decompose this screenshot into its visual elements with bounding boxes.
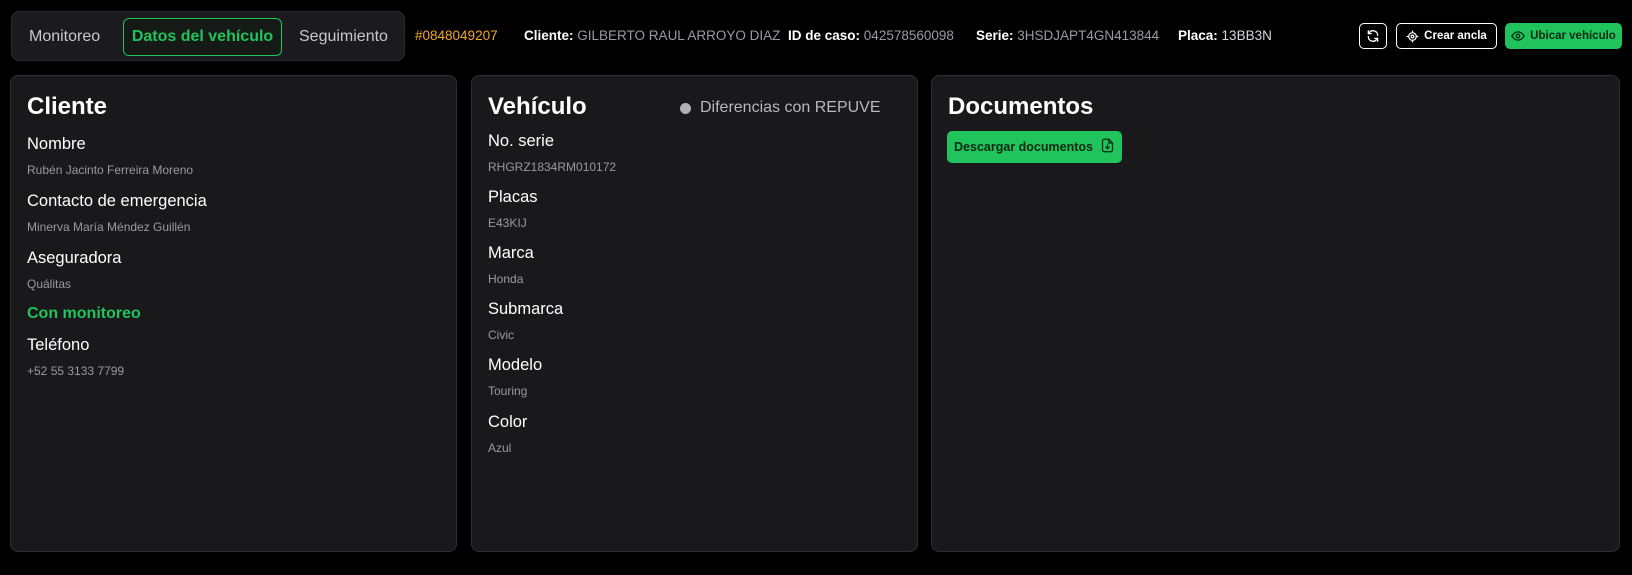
placa-key: Placa: [1178, 28, 1218, 43]
vehicle-card: Vehículo Diferencias con REPUVE No. seri… [471, 75, 918, 552]
repuve-indicator: Diferencias con REPUVE [680, 99, 881, 117]
phone-label: Teléfono [27, 336, 90, 354]
case-id-value: 042578560098 [863, 28, 954, 43]
serie-key: Serie: [976, 28, 1014, 43]
vehicle-field-value: RHGRZ1834RM010172 [488, 160, 617, 174]
documents-card-title: Documentos [948, 93, 1094, 120]
vehicle-field-label: Marca [488, 244, 534, 262]
client-name-value: Rubén Jacinto Ferreira Moreno [27, 163, 194, 177]
case-id-info: ID de caso: 042578560098 [788, 28, 954, 44]
vehicle-field-value: Touring [488, 384, 528, 398]
vehicle-field-label: No. serie [488, 132, 555, 150]
create-anchor-label: Crear ancla [1424, 30, 1487, 42]
vehicle-field-value: E43KIJ [488, 216, 527, 230]
vehicle-card-title: Vehículo [488, 93, 587, 120]
vehicle-field-value: Honda [488, 272, 524, 286]
refresh-button[interactable] [1359, 23, 1387, 49]
serie-value: 3HSDJAPT4GN413844 [1017, 28, 1160, 43]
tab-monitoreo[interactable]: Monitoreo [29, 18, 100, 56]
tab-datos-vehiculo[interactable]: Datos del vehículo [123, 18, 282, 56]
insurer-label: Aseguradora [27, 249, 122, 267]
create-anchor-button[interactable]: Crear ancla [1396, 23, 1497, 49]
vehicle-field-label: Modelo [488, 356, 543, 374]
documents-card: Documentos Descargar documentos [931, 75, 1620, 552]
locate-vehicle-button[interactable]: Ubicar vehículo [1505, 23, 1622, 49]
file-download-icon [1100, 138, 1115, 156]
status-dot-icon [680, 102, 691, 114]
case-id-key: ID de caso: [788, 28, 861, 43]
client-card-title: Cliente [27, 93, 108, 120]
eye-icon [1511, 29, 1525, 43]
download-documents-button[interactable]: Descargar documentos [947, 131, 1122, 163]
client-value: GILBERTO RAUL ARROYO DIAZ [577, 28, 781, 43]
client-name-label: Nombre [27, 135, 86, 153]
vehicle-field-label: Color [488, 413, 528, 431]
client-info: Cliente: GILBERTO RAUL ARROYO DIAZ [524, 28, 780, 44]
vehicle-field-label: Placas [488, 188, 538, 206]
monitoring-status: Con monitoreo [27, 305, 141, 322]
emergency-contact-label: Contacto de emergencia [27, 192, 207, 210]
refresh-icon [1366, 29, 1380, 43]
placa-value: 13BB3N [1221, 28, 1272, 43]
tab-group: Monitoreo Datos del vehículo Seguimiento [11, 11, 405, 61]
placa-info: Placa: 13BB3N [1178, 28, 1272, 44]
emergency-contact-value: Minerva María Méndez Guillén [27, 220, 191, 234]
repuve-label: Diferencias con REPUVE [700, 99, 881, 116]
client-card: Cliente Nombre Rubén Jacinto Ferreira Mo… [10, 75, 457, 552]
top-bar: Monitoreo Datos del vehículo Seguimiento… [0, 0, 1632, 72]
vehicle-field-label: Submarca [488, 300, 564, 318]
tab-seguimiento[interactable]: Seguimiento [299, 18, 388, 56]
vehicle-field-value: Azul [488, 441, 512, 455]
client-key: Cliente: [524, 28, 574, 43]
crosshair-icon [1406, 29, 1419, 43]
vehicle-field-value: Civic [488, 328, 514, 342]
phone-value: +52 55 3133 7799 [27, 364, 125, 378]
case-number: #0848049207 [415, 28, 498, 43]
download-documents-label: Descargar documentos [954, 140, 1093, 154]
serie-info: Serie: 3HSDJAPT4GN413844 [976, 28, 1159, 44]
insurer-value: Quálitas [27, 277, 72, 291]
locate-vehicle-label: Ubicar vehículo [1530, 30, 1616, 42]
